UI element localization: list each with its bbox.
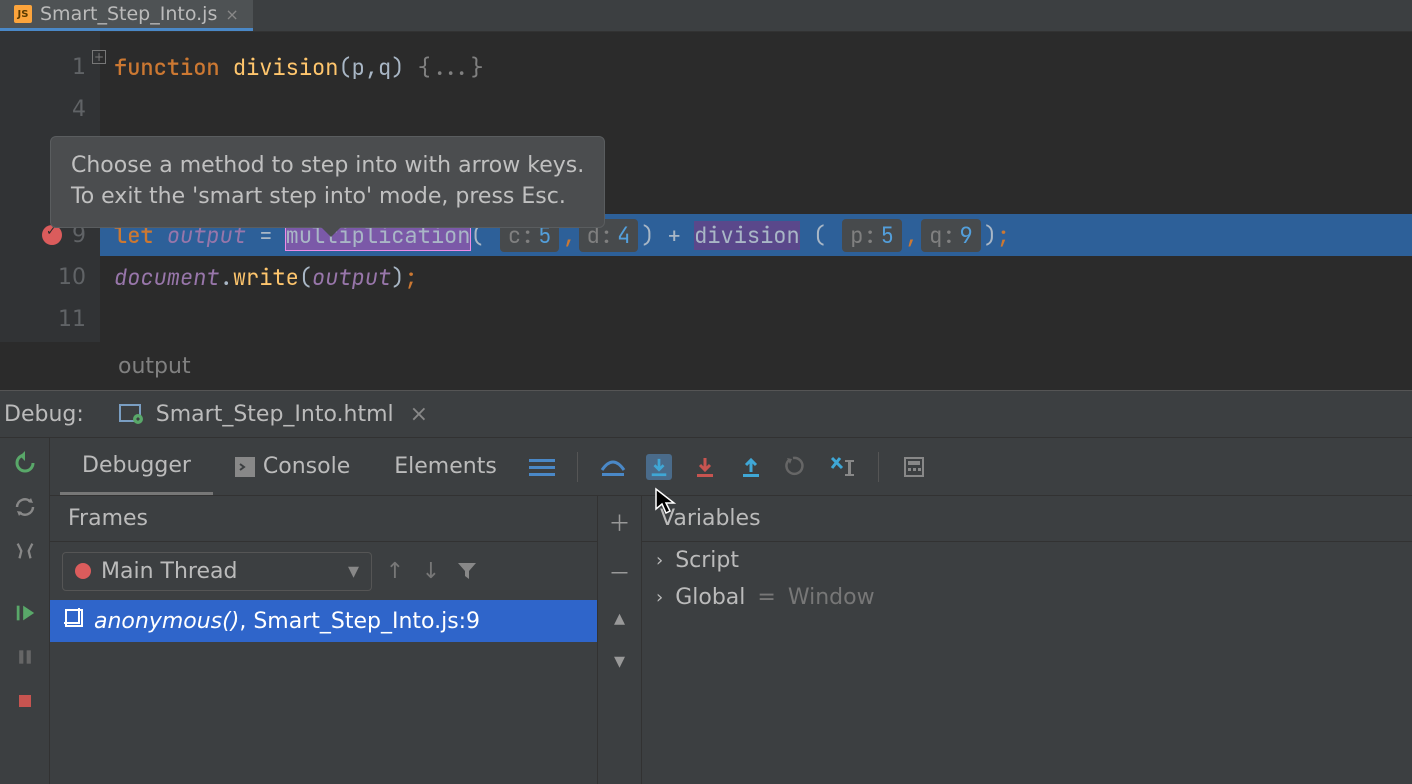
line-number: 10 bbox=[58, 265, 86, 290]
thread-name: Main Thread bbox=[101, 559, 338, 584]
argument: output bbox=[312, 263, 391, 292]
variable-name: Global bbox=[675, 585, 745, 610]
folded-code[interactable]: {...} bbox=[418, 53, 484, 82]
variable-row[interactable]: › Global = Window bbox=[642, 579, 1412, 616]
run-to-cursor-button[interactable] bbox=[830, 454, 856, 480]
evaluate-expression-button[interactable] bbox=[901, 454, 927, 480]
step-into-button[interactable] bbox=[646, 454, 672, 480]
console-icon bbox=[235, 457, 255, 477]
variable-name: Script bbox=[675, 548, 739, 573]
thread-selector[interactable]: Main Thread ▾ bbox=[62, 552, 372, 591]
variables-toolbar: ＋ － ▴ ▾ bbox=[598, 496, 642, 784]
code-editor[interactable]: 1 4 5 8 9 10 11 + function division(p,q)… bbox=[0, 32, 1412, 342]
debug-tabs: Debugger Console Elements bbox=[50, 438, 1412, 496]
threads-icon[interactable] bbox=[529, 454, 555, 480]
stop-button[interactable] bbox=[10, 686, 40, 716]
smart-step-tooltip: Choose a method to step into with arrow … bbox=[50, 136, 605, 228]
move-down-button[interactable]: ▾ bbox=[614, 649, 625, 674]
param-hint: p:5 bbox=[842, 219, 902, 252]
frames-header: Frames bbox=[50, 496, 597, 542]
file-tab[interactable]: JS Smart_Step_Into.js × bbox=[0, 0, 253, 31]
filter-button[interactable] bbox=[454, 558, 480, 584]
js-file-icon: JS bbox=[14, 5, 32, 23]
line-number: 1 bbox=[72, 55, 86, 80]
settings-button[interactable] bbox=[10, 536, 40, 566]
function-name: division bbox=[233, 53, 339, 82]
step-target-division[interactable]: division bbox=[694, 221, 800, 250]
fold-marker-icon[interactable]: + bbox=[92, 50, 106, 64]
frame-icon bbox=[64, 608, 84, 634]
line-number: 11 bbox=[58, 307, 86, 332]
debug-label: Debug: bbox=[0, 402, 106, 427]
frame-location: Smart_Step_Into.js:9 bbox=[253, 609, 480, 634]
next-frame-button[interactable]: ↓ bbox=[418, 558, 444, 584]
force-step-into-button[interactable] bbox=[692, 454, 718, 480]
expand-icon[interactable]: › bbox=[656, 587, 663, 608]
debug-sidebar bbox=[0, 438, 50, 784]
expand-icon[interactable]: › bbox=[656, 550, 663, 571]
variable-value: Window bbox=[788, 585, 875, 610]
breakpoint-icon[interactable] bbox=[42, 225, 62, 245]
params: p,q bbox=[352, 53, 392, 82]
editor-tab-bar: JS Smart_Step_Into.js × bbox=[0, 0, 1412, 32]
rerun-button[interactable] bbox=[10, 448, 40, 478]
debug-run-tab[interactable]: Smart_Step_Into.html × bbox=[106, 391, 440, 437]
stack-frame[interactable]: anonymous(), Smart_Step_Into.js:9 bbox=[50, 600, 597, 642]
tab-elements[interactable]: Elements bbox=[372, 438, 519, 495]
variables-header: Variables bbox=[642, 496, 1412, 542]
object: document bbox=[114, 263, 220, 292]
debug-panel: Debugger Console Elements Frames bbox=[0, 438, 1412, 784]
param-hint: q:9 bbox=[921, 219, 981, 252]
frame-function: anonymous() bbox=[94, 609, 239, 634]
tab-console[interactable]: Console bbox=[213, 438, 372, 495]
prev-frame-button[interactable]: ↑ bbox=[382, 558, 408, 584]
step-out-button[interactable] bbox=[738, 454, 764, 480]
frames-panel: Frames Main Thread ▾ ↑ ↓ anonymous(), Sm… bbox=[50, 496, 598, 784]
inline-value-hint: output bbox=[0, 342, 1412, 390]
close-icon[interactable]: × bbox=[410, 402, 428, 427]
resume-button[interactable] bbox=[10, 598, 40, 628]
variables-panel: ＋ － ▴ ▾ Variables › Script › Global = bbox=[598, 496, 1412, 784]
close-icon[interactable]: × bbox=[225, 5, 238, 24]
debug-tab-name: Smart_Step_Into.html bbox=[156, 402, 394, 427]
refresh-button[interactable] bbox=[10, 492, 40, 522]
step-over-button[interactable] bbox=[600, 454, 626, 480]
remove-watch-button[interactable]: － bbox=[608, 556, 630, 588]
keyword: function bbox=[114, 53, 220, 82]
tab-debugger[interactable]: Debugger bbox=[60, 438, 213, 495]
file-tab-name: Smart_Step_Into.js bbox=[40, 3, 217, 25]
debug-panel-header: Debug: Smart_Step_Into.html × bbox=[0, 390, 1412, 438]
html-file-icon bbox=[118, 403, 146, 425]
line-number: 4 bbox=[72, 97, 86, 122]
method: write bbox=[233, 263, 299, 292]
variable-row[interactable]: › Script bbox=[642, 542, 1412, 579]
chevron-down-icon: ▾ bbox=[348, 559, 359, 584]
add-watch-button[interactable]: ＋ bbox=[608, 506, 630, 538]
thread-status-icon bbox=[75, 563, 91, 579]
move-up-button[interactable]: ▴ bbox=[614, 606, 625, 631]
drop-frame-button[interactable] bbox=[784, 454, 810, 480]
pause-button[interactable] bbox=[10, 642, 40, 672]
